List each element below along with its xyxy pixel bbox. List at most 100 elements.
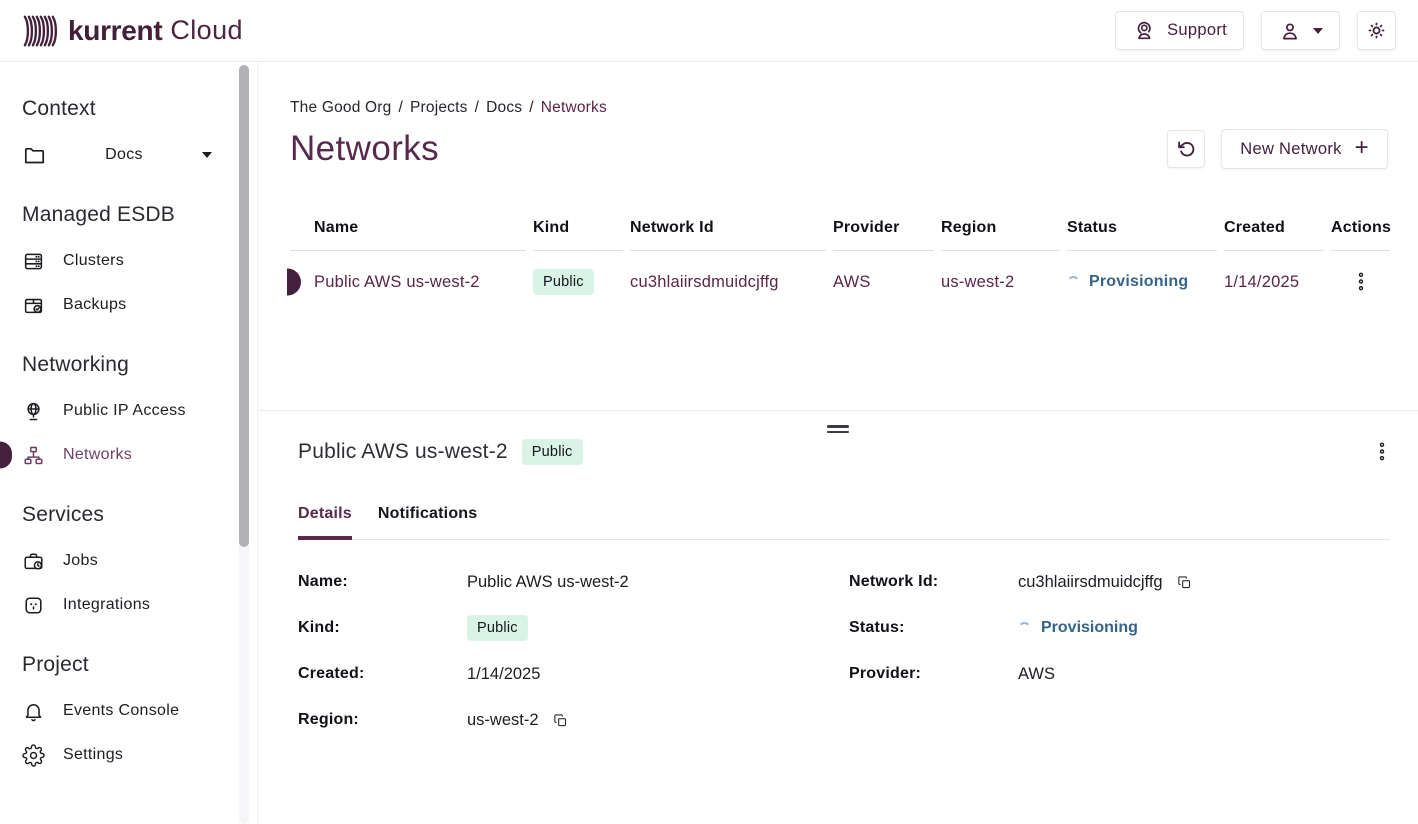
refresh-button[interactable] [1167, 130, 1205, 168]
app-header: kurrent Cloud Support [0, 0, 1418, 62]
row-actions-menu-button[interactable] [1351, 268, 1371, 295]
details-fields: Name: Public AWS us-west-2 Network Id: c… [298, 569, 1390, 753]
sidebar-heading-project: Project [22, 653, 221, 677]
sidebar-heading-context: Context [22, 97, 221, 121]
sidebar-item-settings[interactable]: Settings [22, 733, 221, 777]
sidebar-item-clusters[interactable]: Clusters [22, 239, 221, 283]
networks-icon [22, 444, 45, 467]
support-button[interactable]: Support [1115, 11, 1244, 50]
active-item-indicator [0, 442, 12, 469]
table-row[interactable]: Public AWS us-west-2 Public cu3hlaiirsdm… [290, 251, 1390, 313]
support-label: Support [1167, 21, 1227, 40]
page-title-row: Networks New Network + [290, 127, 1388, 171]
sidebar-section-services: Services Jobs Integrations [22, 503, 221, 627]
sidebar-item-backups[interactable]: Backups [22, 283, 221, 327]
column-header-provider: Provider [833, 209, 941, 251]
new-network-button[interactable]: New Network + [1221, 129, 1388, 169]
sidebar-item-events-console[interactable]: Events Console [22, 689, 221, 733]
field-label: Region: [298, 711, 467, 729]
details-actions-menu-button[interactable] [1372, 438, 1392, 465]
copy-icon [553, 713, 568, 728]
sidebar-heading-networking: Networking [22, 353, 221, 377]
field-value: cu3hlaiirsdmuidcjffg [1018, 573, 1163, 592]
kebab-menu-icon [1357, 272, 1365, 291]
copy-region-button[interactable] [551, 711, 570, 730]
sidebar-item-label: Events Console [63, 702, 179, 720]
kind-badge: Public [533, 269, 594, 295]
breadcrumb-separator: / [398, 99, 403, 116]
row-region-cell: us-west-2 [941, 251, 1067, 313]
sidebar-heading-managed-esdb: Managed ESDB [22, 203, 221, 227]
sidebar-scrollbar[interactable] [239, 65, 249, 824]
sidebar-item-label: Public IP Access [63, 402, 186, 420]
column-header-kind: Kind [533, 209, 630, 251]
main-content: The Good Org/Projects/Docs/Networks Netw… [258, 63, 1418, 824]
field-value: 1/14/2025 [467, 665, 540, 684]
field-created: Created: 1/14/2025 [298, 661, 849, 687]
field-region: Region: us-west-2 [298, 707, 849, 733]
context-project-label: Docs [64, 146, 184, 164]
copy-network-id-button[interactable] [1175, 573, 1194, 592]
gear-icon [22, 744, 45, 767]
breadcrumb: The Good Org/Projects/Docs/Networks [290, 99, 607, 117]
sidebar-item-integrations[interactable]: Integrations [22, 583, 221, 627]
user-menu-button[interactable] [1261, 11, 1340, 50]
sidebar: Context Docs Managed ESDB Clusters [0, 63, 258, 824]
user-icon [1278, 19, 1302, 43]
field-label: Status: [849, 619, 1018, 637]
row-name-cell[interactable]: Public AWS us-west-2 [290, 251, 533, 313]
details-title: Public AWS us-west-2 [298, 440, 508, 464]
field-network-id: Network Id: cu3hlaiirsdmuidcjffg [849, 569, 1390, 595]
tab-details[interactable]: Details [298, 499, 352, 539]
breadcrumb-separator: / [529, 99, 534, 116]
row-kind-cell: Public [533, 251, 630, 313]
active-tab-indicator [298, 536, 352, 540]
sidebar-item-label: Networks [63, 446, 132, 464]
details-panel-header: Public AWS us-west-2 Public [298, 438, 1392, 465]
logo-suffix-text: Cloud [170, 15, 243, 46]
column-header-name: Name [290, 209, 533, 251]
globe-icon [22, 400, 45, 423]
sidebar-item-networks[interactable]: Networks [22, 433, 221, 477]
field-kind: Kind: Public [298, 615, 849, 641]
column-header-created: Created [1224, 209, 1331, 251]
breadcrumb-projects[interactable]: Projects [410, 99, 468, 116]
folder-icon [22, 143, 46, 167]
field-label: Network Id: [849, 573, 1018, 591]
details-kind-badge: Public [522, 439, 583, 465]
network-name-link[interactable]: Public AWS us-west-2 [314, 273, 480, 291]
field-label: Created: [298, 665, 467, 683]
breadcrumb-org[interactable]: The Good Org [290, 99, 391, 116]
sidebar-section-project: Project Events Console Settings [22, 653, 221, 777]
sidebar-item-label: Clusters [63, 252, 124, 270]
chevron-down-icon [202, 152, 212, 158]
sidebar-section-networking: Networking Public IP Access Networks [22, 353, 221, 477]
kind-badge: Public [467, 615, 528, 641]
field-provider: Provider: AWS [849, 661, 1390, 687]
field-value: AWS [1018, 665, 1055, 684]
copy-icon [1177, 575, 1192, 590]
sidebar-scrollbar-thumb[interactable] [239, 65, 249, 547]
sidebar-section-context: Context Docs [22, 97, 221, 177]
sidebar-item-public-ip-access[interactable]: Public IP Access [22, 389, 221, 433]
field-name: Name: Public AWS us-west-2 [298, 569, 849, 595]
column-header-actions: Actions [1331, 209, 1390, 251]
field-label: Kind: [298, 619, 467, 637]
field-value: us-west-2 [467, 711, 539, 730]
integrations-icon [22, 594, 45, 617]
theme-toggle-button[interactable] [1357, 11, 1396, 50]
sidebar-item-jobs[interactable]: Jobs [22, 539, 221, 583]
tab-notifications-label: Notifications [378, 505, 478, 522]
drag-handle-icon[interactable] [827, 422, 849, 436]
field-value: Public AWS us-west-2 [467, 573, 629, 592]
field-status: Status: Provisioning [849, 615, 1390, 641]
tab-notifications[interactable]: Notifications [378, 499, 478, 539]
row-network-id-cell: cu3hlaiirsdmuidcjffg [630, 251, 833, 313]
logo[interactable]: kurrent Cloud [22, 12, 243, 50]
row-created-cell: 1/14/2025 [1224, 251, 1331, 313]
column-header-region: Region [941, 209, 1067, 251]
context-project-dropdown[interactable]: Docs [22, 133, 212, 177]
breadcrumb-project-docs[interactable]: Docs [486, 99, 522, 116]
selected-row-indicator [287, 269, 301, 296]
sidebar-item-label: Settings [63, 746, 123, 764]
